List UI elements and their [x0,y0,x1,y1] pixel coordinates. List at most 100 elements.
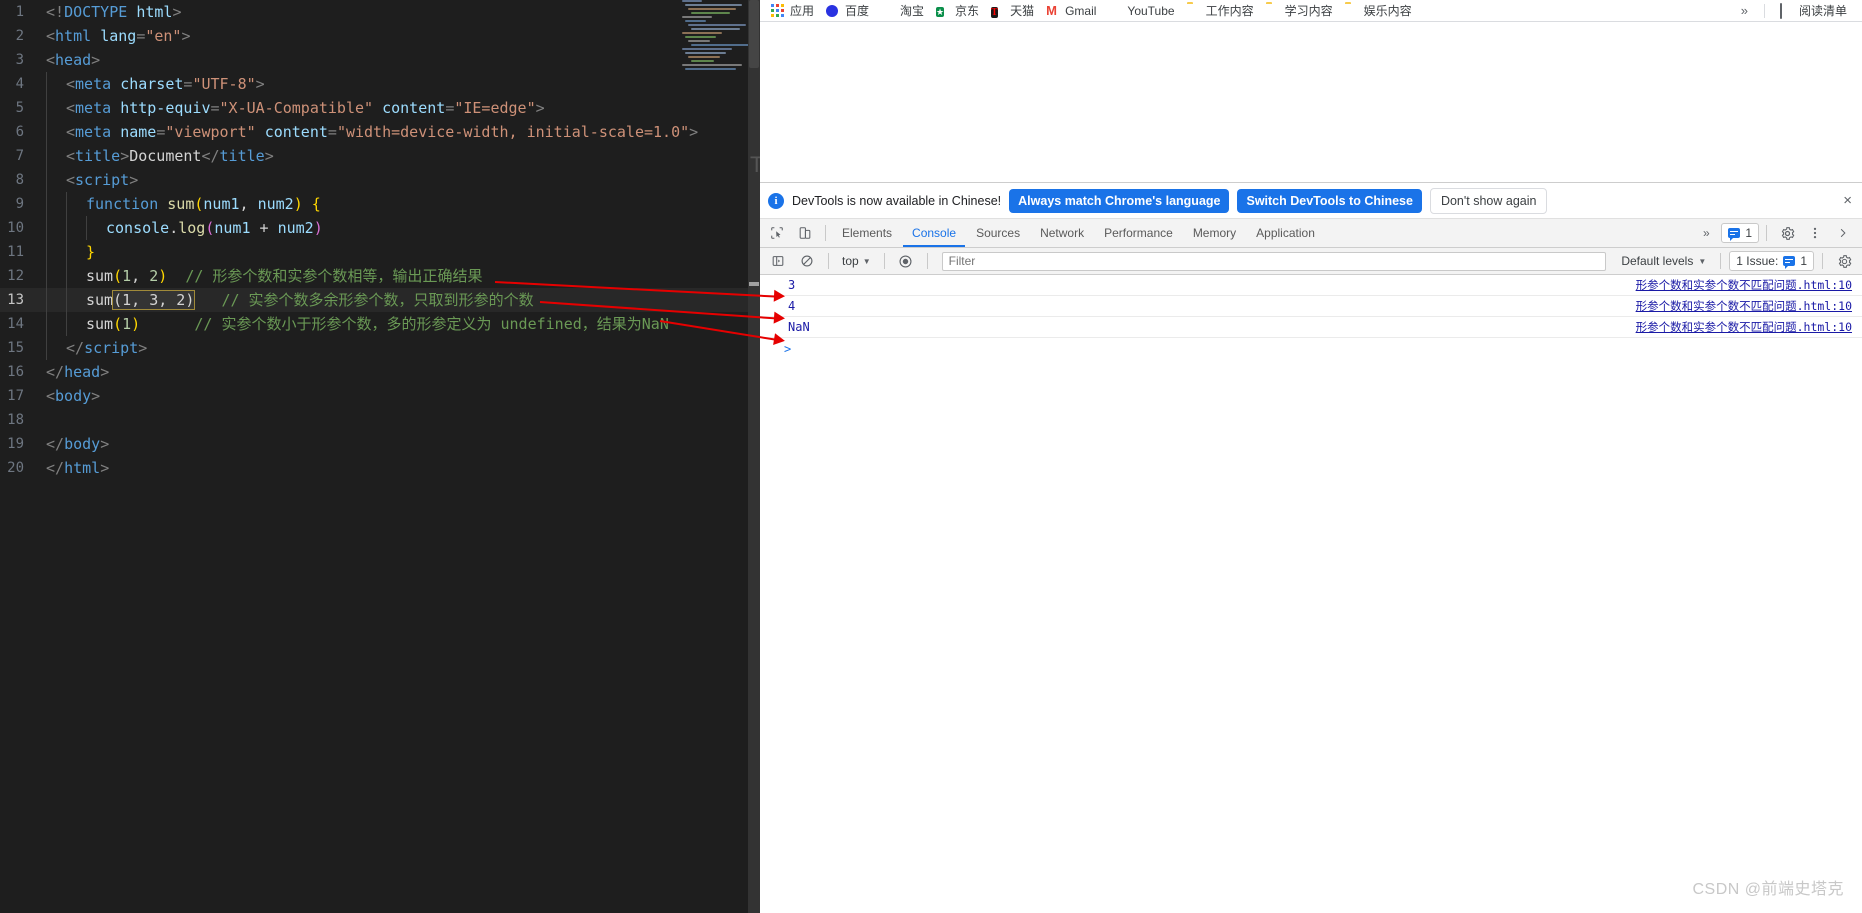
console-message-row[interactable]: 3 形参个数和实参个数不匹配问题.html:10 [760,275,1862,296]
clear-console-icon[interactable] [794,249,820,273]
bookmarks-bar[interactable]: 应用 百度 淘宝 ★ 京东 T 天猫 M Gmail YouTube 工作内容 学习内容 娱乐内容 » … [760,0,1862,22]
code-line[interactable]: 3 <head> [0,48,760,72]
console-filter-input[interactable] [941,251,1607,271]
device-toolbar-icon[interactable] [792,221,818,245]
code-token: </ [201,147,220,165]
code-token: http-equiv [120,99,211,117]
code-line[interactable]: 8 <script> [0,168,760,192]
issues-bar-chip[interactable]: 1 Issue: 1 [1729,251,1814,271]
editor-scrollbar[interactable] [748,0,760,913]
close-icon[interactable]: × [1843,192,1854,209]
bookmark-item-5[interactable]: T 天猫 [986,2,1041,20]
code-line[interactable]: 5 <meta http-equiv="X-UA-Compatible" cont… [0,96,760,120]
code-token: log [178,219,206,237]
live-expression-eye-icon[interactable] [893,249,919,273]
tab-elements[interactable]: Elements [833,219,901,247]
tab-application[interactable]: Application [1247,219,1324,247]
code-line[interactable]: 19 </body> [0,432,760,456]
bookmark-item-9[interactable]: 学习内容 [1261,2,1340,20]
close-devtools-icon[interactable] [1830,221,1856,245]
code-token: sum [167,195,195,213]
console-message-list: 3 形参个数和实参个数不匹配问题.html:10 4 形参个数和实参个数不匹配问题.h… [760,275,1862,359]
editor-minimap[interactable] [682,0,750,72]
code-line[interactable]: 18 [0,408,760,432]
console-source-link[interactable]: 形参个数和实参个数不匹配问题.html:10 [1636,319,1862,335]
bookmark-item-6[interactable]: M Gmail [1041,2,1103,20]
console-source-link[interactable]: 形参个数和实参个数不匹配问题.html:10 [1636,298,1862,314]
bookmark-item-7[interactable]: YouTube [1103,2,1181,20]
tabs-overflow-icon[interactable]: » [1693,221,1719,245]
code-token: sum [86,267,114,285]
console-source-link[interactable]: 形参个数和实参个数不匹配问题.html:10 [1636,277,1862,293]
console-settings-gear-icon[interactable] [1831,249,1857,273]
inspect-element-icon[interactable] [764,221,790,245]
indent-guide [46,240,47,264]
code-token: } [86,243,96,261]
indent-guide [46,72,47,96]
indent-guide [46,96,47,120]
tab-memory[interactable]: Memory [1184,219,1245,247]
always-match-language-button[interactable]: Always match Chrome's language [1009,188,1230,213]
tab-sources[interactable]: Sources [967,219,1029,247]
dont-show-again-button[interactable]: Don't show again [1429,187,1548,214]
code-token: </ [46,459,65,477]
code-line[interactable]: 1 <!DOCTYPE html> [0,0,760,24]
minimap-line [682,32,722,34]
bookmarks-overflow-icon[interactable]: » [1735,3,1754,18]
code-line[interactable]: 2 <html lang="en"> [0,24,760,48]
execution-context-select[interactable]: top ▼ [837,254,876,268]
code-token: > [535,99,545,117]
bookmark-item-2[interactable]: 百度 [821,2,876,20]
code-line[interactable]: 6 <meta name="viewport" content="width=de… [0,120,760,144]
issues-counter-chip[interactable]: 1 [1721,223,1759,243]
code-line[interactable]: 20 </html> [0,456,760,480]
tab-console[interactable]: Console [903,219,965,247]
code-token: < [66,147,76,165]
code-line[interactable]: 17 <body> [0,384,760,408]
code-line[interactable]: 4 <meta charset="UTF-8"> [0,72,760,96]
code-line[interactable]: 9 function sum(num1, num2) { [0,192,760,216]
minimap-line [691,44,750,46]
code-token: ) [131,315,141,333]
line-number: 3 [15,52,24,68]
line-number: 20 [7,460,24,476]
more-options-icon[interactable] [1802,221,1828,245]
bookmarks-divider [1763,3,1765,18]
console-sidebar-icon[interactable] [765,249,791,273]
code-token: </ [46,363,65,381]
code-token: = [136,27,146,45]
code-line[interactable]: 11} [0,240,760,264]
tab-performance[interactable]: Performance [1095,219,1182,247]
switch-to-chinese-button[interactable]: Switch DevTools to Chinese [1237,188,1422,213]
reading-list-button[interactable]: 阅读清单 [1775,2,1854,20]
bookmark-item-4[interactable]: ★ 京东 [931,2,986,20]
console-input-prompt[interactable]: > [760,338,1862,359]
code-token: > [264,147,274,165]
code-line[interactable]: 12 sum(1, 2) // 形参个数和实参个数相等，输出正确结果 [0,264,760,288]
code-line[interactable]: 14 sum(1) // 实参个数小于形参个数，多的形参定义为 undefined… [0,312,760,336]
code-line[interactable]: 16 </head> [0,360,760,384]
code-line[interactable]: 13 sum(1, 3, 2) // 实参个数多余形参个数，只取到形参的个数 [0,288,760,312]
line-number: 4 [15,76,24,92]
code-line[interactable]: 7 <title>Document</title> [0,144,760,168]
console-message-row[interactable]: 4 形参个数和实参个数不匹配问题.html:10 [760,296,1862,317]
bookmark-item-10[interactable]: 娱乐内容 [1340,2,1419,20]
code-editor[interactable]: 1 <!DOCTYPE html> 2 <html lang="en"> 3 <head>… [0,0,760,913]
log-levels-select[interactable]: Default levels ▼ [1615,254,1712,268]
baidu-icon [826,4,840,18]
indent-guide [66,192,67,216]
indent-guide [46,312,47,336]
code-line-text: </html> [46,456,109,480]
bookmark-item-8[interactable]: 工作内容 [1182,2,1261,20]
tab-network[interactable]: Network [1031,219,1093,247]
gear-icon[interactable] [1774,221,1800,245]
code-line-text: <meta name="viewport" content="width=dev… [46,120,698,144]
bookmark-item-3[interactable]: 淘宝 [876,2,931,20]
page-viewport[interactable] [760,23,1862,182]
bookmark-item-1[interactable]: 应用 [766,2,821,20]
console-message-row[interactable]: NaN 形参个数和实参个数不匹配问题.html:10 [760,317,1862,338]
code-line[interactable]: 15 </script> [0,336,760,360]
code-line[interactable]: 10 console.log(num1 + num2) [0,216,760,240]
editor-scrollbar-thumb[interactable] [749,0,759,68]
